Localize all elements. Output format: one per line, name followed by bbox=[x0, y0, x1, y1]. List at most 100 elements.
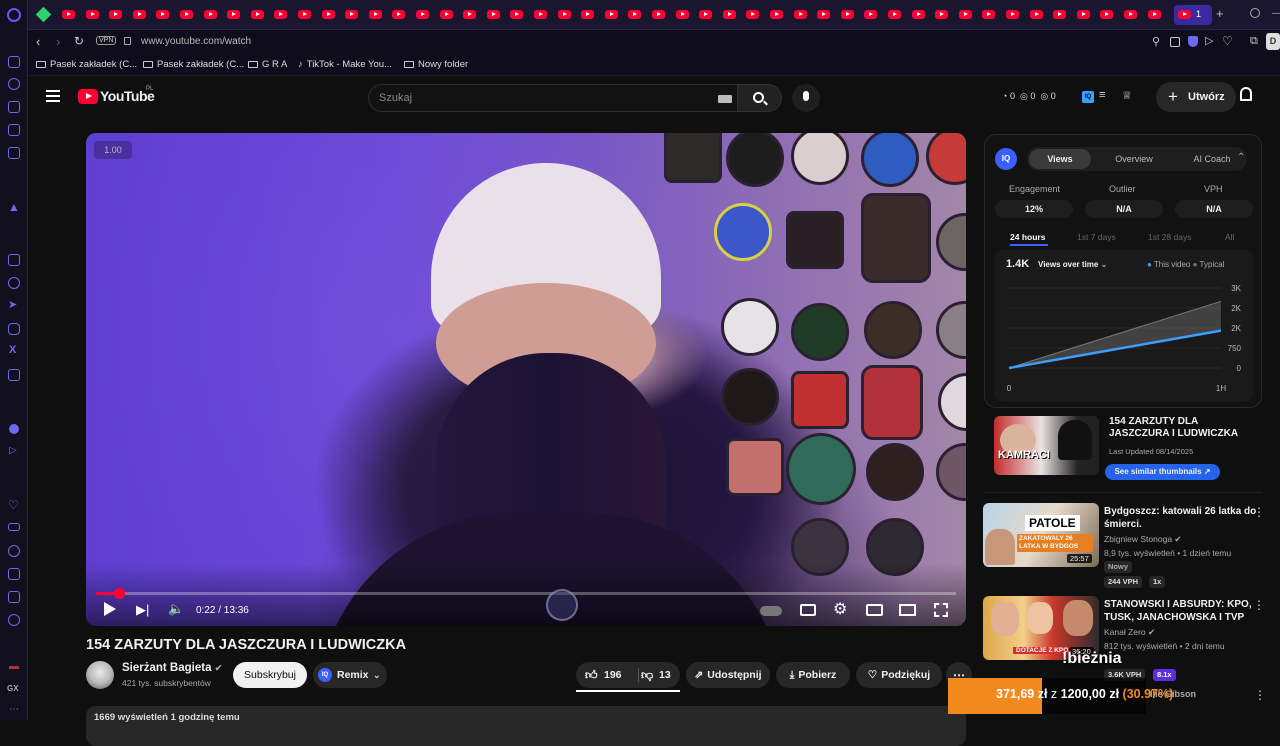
youtube-tab-icon[interactable] bbox=[392, 10, 406, 19]
settings-icon[interactable]: ⚙ bbox=[833, 599, 847, 619]
theater-mode-icon[interactable] bbox=[899, 604, 916, 616]
like-button[interactable]: 👍︎ 196 bbox=[576, 662, 638, 688]
youtube-tab-icon[interactable] bbox=[250, 10, 264, 19]
more-options-icon[interactable]: ⋮ bbox=[1253, 505, 1265, 519]
speed-badge[interactable]: 1.00 bbox=[94, 141, 132, 159]
collapse-icon[interactable]: ⌃ bbox=[1237, 152, 1245, 163]
new-tab-icon[interactable]: + bbox=[1216, 6, 1224, 21]
bookmark-folder[interactable]: Nowy folder bbox=[404, 59, 468, 70]
youtube-tab-icon[interactable] bbox=[203, 10, 217, 19]
channel-name[interactable]: Sierżant Bagieta ✔ bbox=[122, 662, 222, 674]
youtube-tab-icon[interactable] bbox=[793, 10, 807, 19]
list-icon[interactable]: ≡ bbox=[1099, 89, 1105, 101]
channel-watermark[interactable] bbox=[546, 589, 578, 621]
minimize-icon[interactable]: — bbox=[1272, 8, 1280, 19]
bookmark-link[interactable]: ♪ TikTok - Make You... bbox=[298, 59, 392, 70]
heart-icon[interactable]: ♡ bbox=[1222, 34, 1233, 48]
youtube-tab-icon[interactable] bbox=[864, 10, 878, 19]
youtube-tab-icon[interactable] bbox=[1006, 10, 1019, 19]
sidebar-app-icon[interactable] bbox=[8, 147, 20, 159]
views-dropdown[interactable]: Views over time ⌄ bbox=[1038, 260, 1107, 269]
youtube-tab-icon[interactable] bbox=[958, 10, 972, 19]
recommendation-channel[interactable]: Zbigniew Stonoga ✔ bbox=[1104, 534, 1182, 545]
youtube-tab-icon[interactable] bbox=[628, 10, 642, 19]
youtube-tab-icon[interactable] bbox=[463, 10, 477, 19]
telegram-icon[interactable]: ➤ bbox=[8, 298, 17, 311]
whatsapp-icon[interactable] bbox=[8, 277, 20, 289]
next-button[interactable]: ▶| bbox=[136, 602, 149, 618]
youtube-tab-icon[interactable] bbox=[1124, 10, 1137, 19]
tab-overview[interactable]: Overview bbox=[1099, 149, 1169, 169]
miniplayer-icon[interactable] bbox=[866, 604, 883, 616]
youtube-tab-icon[interactable] bbox=[156, 10, 170, 19]
sidebar-app-icon[interactable] bbox=[8, 56, 20, 68]
bookmark-folder[interactable]: Pasek zakładek (C... bbox=[143, 59, 244, 70]
recommendation-thumbnail[interactable]: PATOLE ZAKATOWALY 26 LATKA W BYDGOS 25:5… bbox=[983, 503, 1099, 567]
tab-search-icon[interactable] bbox=[1250, 8, 1260, 18]
lock-icon[interactable] bbox=[124, 37, 131, 45]
thanks-button[interactable]: ♡ Podziękuj bbox=[856, 662, 942, 688]
youtube-tab-icon[interactable] bbox=[581, 10, 595, 19]
notifications-icon[interactable] bbox=[1240, 87, 1252, 101]
more-icon[interactable] bbox=[8, 614, 20, 626]
dislike-button[interactable]: 👎︎ 13 bbox=[639, 662, 680, 688]
range-all[interactable]: All bbox=[1225, 232, 1234, 242]
keyboard-icon[interactable] bbox=[718, 95, 732, 103]
vpn-badge[interactable]: VPN bbox=[96, 36, 117, 45]
discord-icon[interactable] bbox=[8, 369, 20, 381]
bookmark-folder[interactable]: G R A bbox=[248, 59, 287, 70]
youtube-tab-icon[interactable] bbox=[510, 10, 524, 19]
youtube-tab-icon[interactable] bbox=[416, 10, 429, 19]
vidiq-icon[interactable]: IQ bbox=[1082, 91, 1094, 103]
recommendation-channel[interactable]: Kanał Zero ✔ bbox=[1104, 627, 1155, 638]
subtitles-icon[interactable] bbox=[800, 604, 816, 616]
remix-button[interactable]: IQ Remix ⌄ bbox=[313, 662, 387, 688]
progress-track[interactable] bbox=[96, 592, 956, 595]
youtube-tab-icon[interactable] bbox=[321, 10, 335, 19]
youtube-tab-icon[interactable] bbox=[746, 10, 760, 19]
trophy-icon[interactable]: ♕ bbox=[1122, 89, 1132, 102]
youtube-tab-icon[interactable] bbox=[1053, 10, 1067, 19]
x-twitter-icon[interactable]: X bbox=[9, 344, 16, 356]
youtube-tab-icon[interactable] bbox=[817, 10, 831, 19]
download-button[interactable]: ⤓ Pobierz bbox=[776, 662, 850, 688]
snapshot-icon[interactable] bbox=[1170, 37, 1180, 47]
forward-icon[interactable]: › bbox=[56, 34, 60, 49]
youtube-tab-icon[interactable] bbox=[652, 10, 665, 19]
recommendation-item[interactable]: PATOLE ZAKATOWALY 26 LATKA W BYDGOS 25:5… bbox=[983, 503, 1273, 595]
pin-icon[interactable]: ⚲ bbox=[1152, 35, 1160, 48]
similar-thumbnails-button[interactable]: See similar thumbnails ↗ bbox=[1105, 464, 1220, 480]
share-button[interactable]: ⇗ Udostępnij bbox=[686, 662, 770, 688]
range-28d[interactable]: 1st 28 days bbox=[1148, 232, 1191, 242]
description-box[interactable]: 1669 wyświetleń 1 godzinę temu bbox=[86, 706, 966, 746]
youtube-logo-icon[interactable] bbox=[78, 89, 98, 104]
youtube-tab-icon[interactable] bbox=[85, 10, 99, 19]
url-field[interactable]: www.youtube.com/watch bbox=[141, 36, 251, 47]
profile-avatar[interactable]: D bbox=[1266, 33, 1280, 50]
video-card-thumbnail[interactable]: KAMRACI bbox=[994, 416, 1099, 475]
youtube-tab-icon[interactable] bbox=[345, 10, 359, 19]
active-tab[interactable]: 1 bbox=[1174, 5, 1212, 25]
subscribe-button[interactable]: Subskrybuj bbox=[233, 662, 307, 688]
gx-icon[interactable]: GX bbox=[7, 684, 19, 693]
messenger-icon[interactable] bbox=[8, 254, 20, 266]
aria-icon[interactable]: ▲ bbox=[8, 200, 20, 214]
youtube-tab-icon[interactable] bbox=[534, 10, 547, 19]
tab-favicon-icon[interactable] bbox=[35, 6, 52, 23]
youtube-tab-icon[interactable] bbox=[911, 10, 925, 19]
range-7d[interactable]: 1st 7 days bbox=[1077, 232, 1116, 242]
youtube-tab-icon[interactable] bbox=[180, 10, 193, 19]
search-button[interactable] bbox=[738, 84, 782, 112]
youtube-tab-icon[interactable] bbox=[227, 10, 241, 19]
youtube-tab-icon[interactable] bbox=[298, 10, 311, 19]
play-icon[interactable]: ▷ bbox=[1205, 34, 1213, 47]
heart-icon[interactable]: ♡ bbox=[8, 498, 19, 512]
youtube-tab-icon[interactable] bbox=[1029, 10, 1043, 19]
youtube-tab-icon[interactable] bbox=[439, 10, 453, 19]
youtube-tab-icon[interactable] bbox=[557, 10, 571, 19]
youtube-tab-icon[interactable] bbox=[1147, 10, 1161, 19]
sidebar-app-icon[interactable] bbox=[8, 101, 20, 113]
reload-icon[interactable]: ↻ bbox=[74, 34, 84, 48]
voice-search-button[interactable] bbox=[792, 84, 820, 112]
menu-icon[interactable] bbox=[46, 90, 60, 92]
